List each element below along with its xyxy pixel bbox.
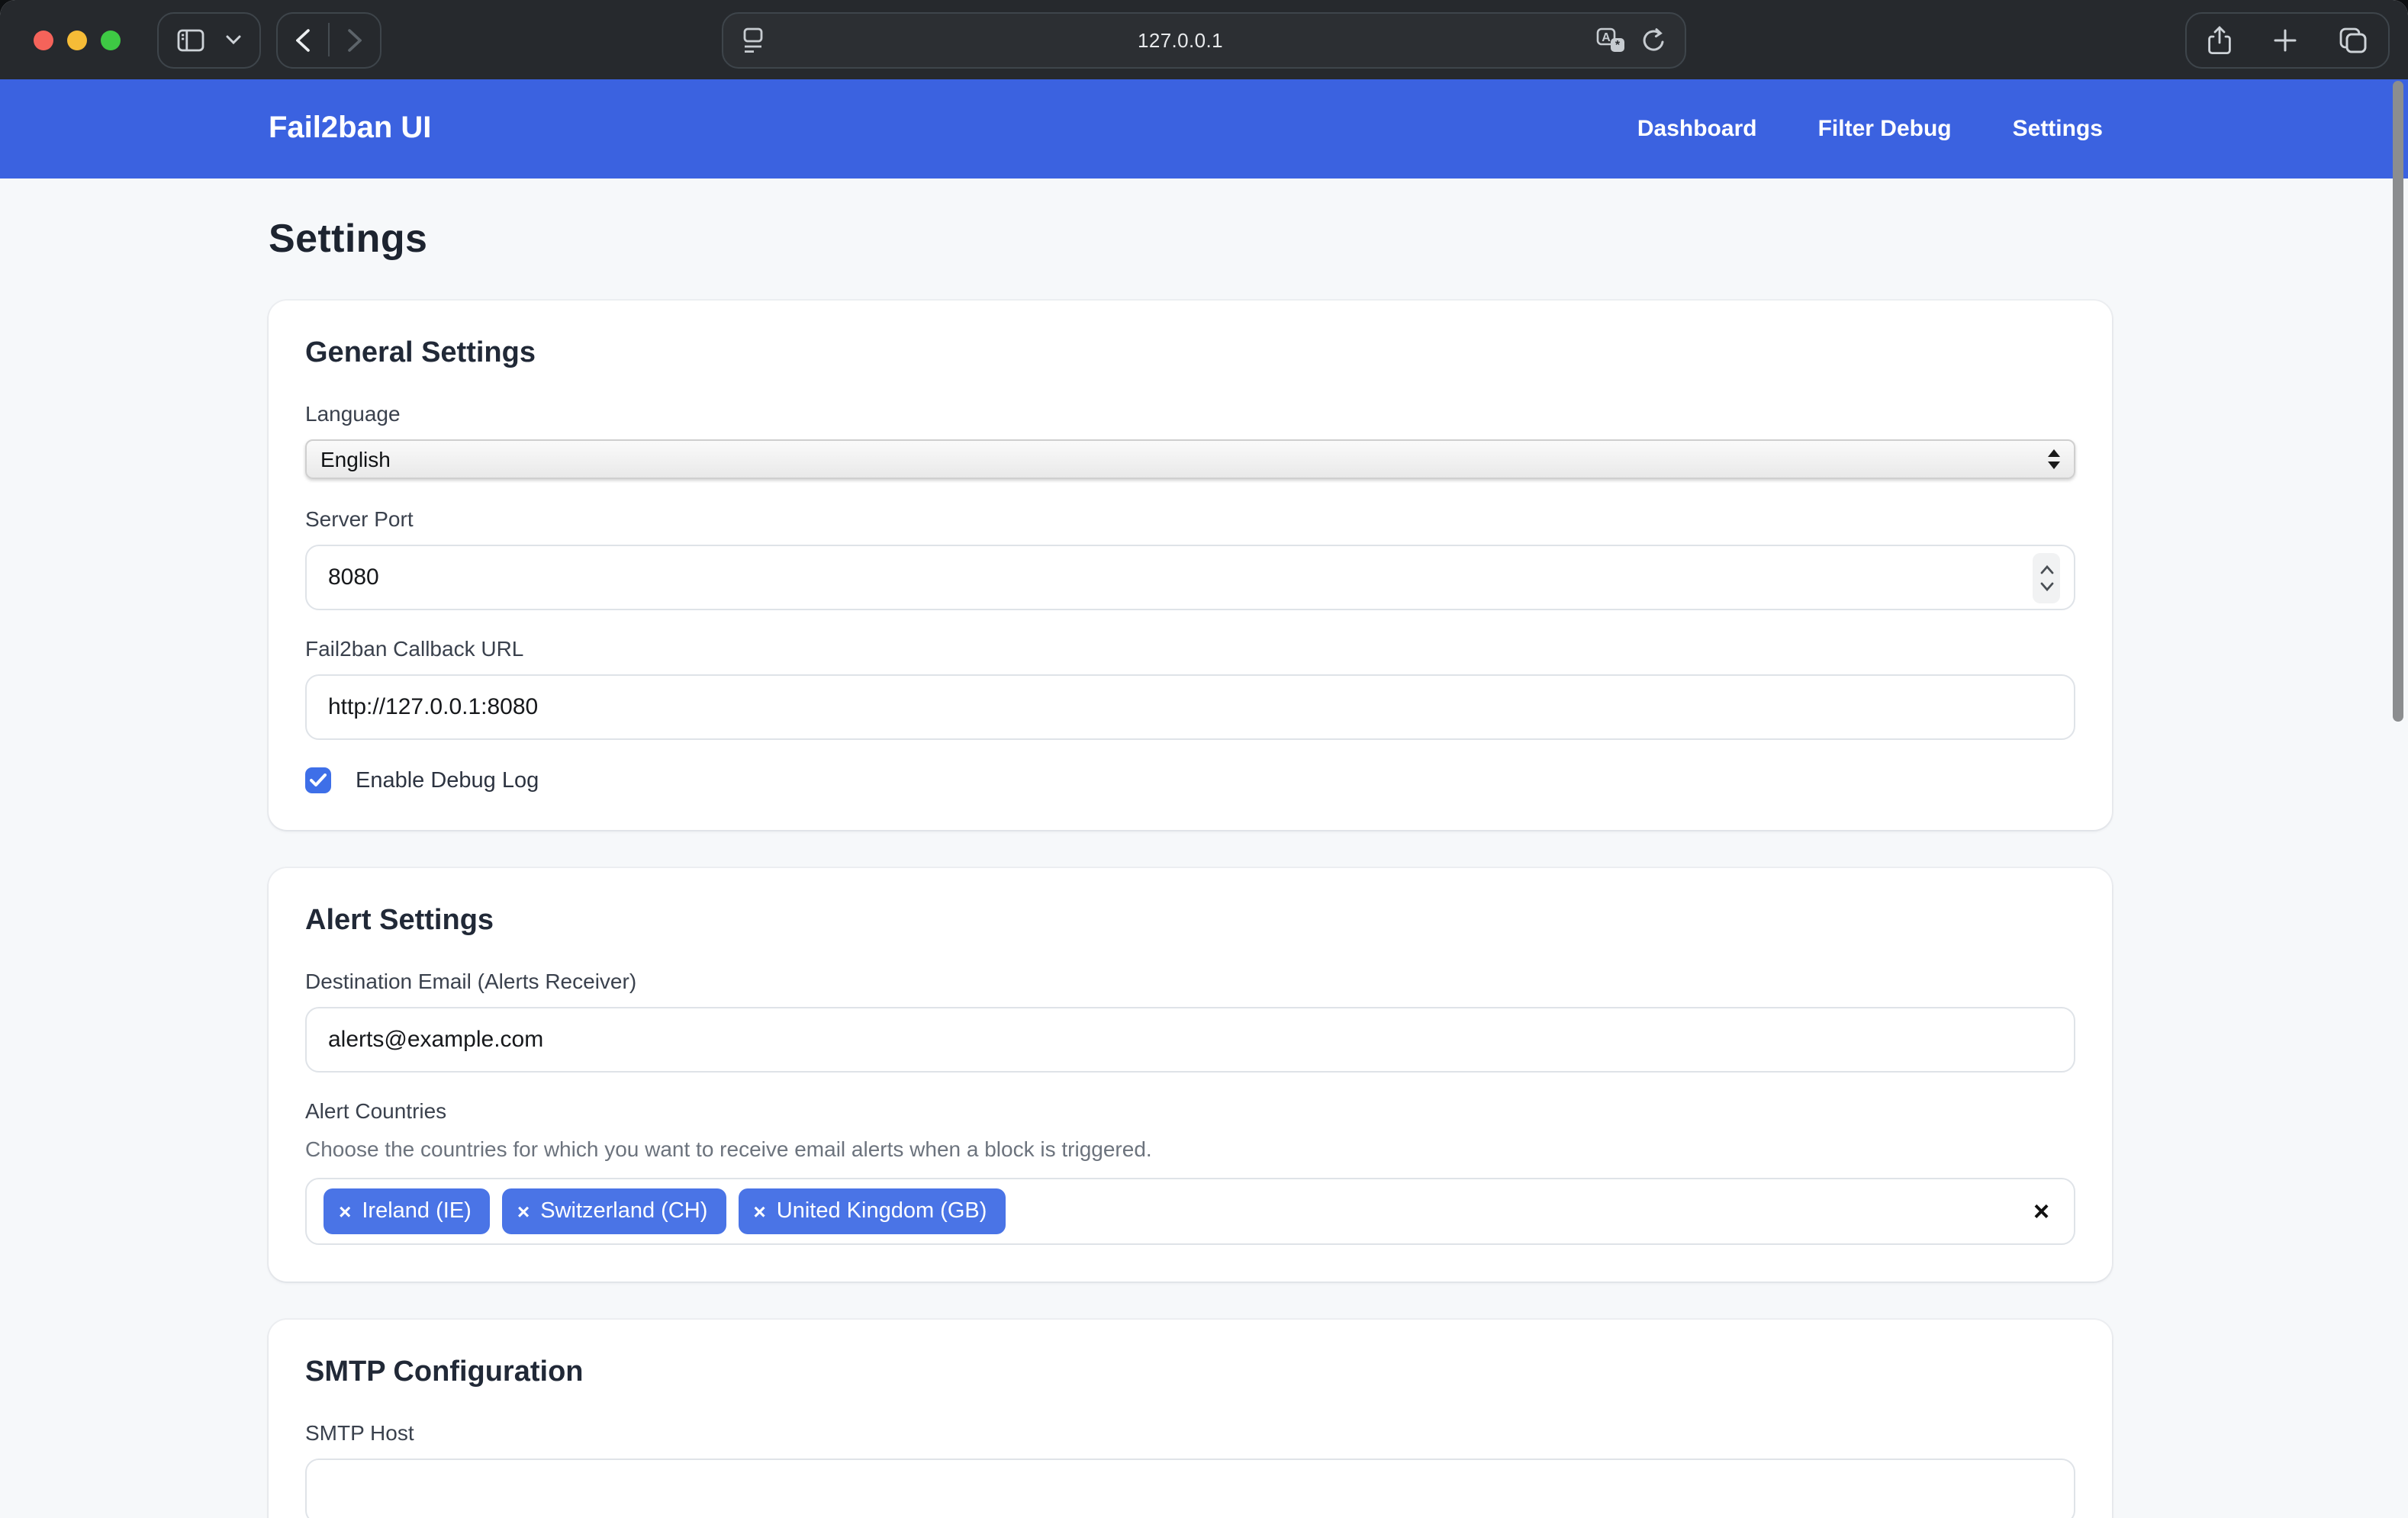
select-arrows-icon xyxy=(2048,449,2060,469)
plus-icon xyxy=(2274,29,2297,52)
destination-email-row xyxy=(305,1007,2075,1073)
language-label: Language xyxy=(305,401,2075,426)
smtp-configuration-title: SMTP Configuration xyxy=(305,1356,2075,1390)
reload-icon[interactable] xyxy=(1642,27,1666,53)
nav-link-dashboard[interactable]: Dashboard xyxy=(1637,116,1757,142)
scaled-viewport: 127.0.0.1 A * xyxy=(0,0,2408,1518)
translate-icon[interactable]: A * xyxy=(1596,27,1627,53)
sidebar-toggle-group xyxy=(157,11,261,68)
callback-url-label: Fail2ban Callback URL xyxy=(305,636,2075,661)
page-content: Settings General Settings Language Engli… xyxy=(0,178,2408,1518)
chip-label: United Kingdom (GB) xyxy=(777,1199,987,1224)
toolbar-right-group xyxy=(2185,12,2390,69)
debug-log-row: Enable Debug Log xyxy=(305,767,2075,793)
browser-titlebar: 127.0.0.1 A * xyxy=(0,0,2408,79)
callback-url-row xyxy=(305,674,2075,740)
page-settings-button[interactable] xyxy=(742,27,765,53)
page-scrollbar[interactable] xyxy=(2393,81,2403,722)
brand-title[interactable]: Fail2ban UI xyxy=(269,111,431,146)
nav-links: Dashboard Filter Debug Settings xyxy=(1637,116,2103,142)
url-text[interactable]: 127.0.0.1 xyxy=(765,29,1596,52)
general-settings-title: General Settings xyxy=(305,337,2075,371)
window-controls xyxy=(34,30,121,50)
language-selected-value: English xyxy=(320,447,391,471)
forward-button xyxy=(330,13,380,66)
alert-countries-help: Choose the countries for which you want … xyxy=(305,1137,2075,1161)
page-settings-icon xyxy=(742,27,765,53)
address-bar-actions: A * xyxy=(1596,27,1666,53)
remove-tag-icon[interactable]: × xyxy=(753,1199,765,1224)
tabs-icon xyxy=(2339,27,2367,53)
share-button[interactable] xyxy=(2187,14,2252,67)
alert-settings-card: Alert Settings Destination Email (Alerts… xyxy=(269,868,2112,1282)
history-nav-group xyxy=(276,11,381,68)
new-tab-button[interactable] xyxy=(2252,14,2318,67)
debug-log-label[interactable]: Enable Debug Log xyxy=(356,768,539,793)
alert-settings-title: Alert Settings xyxy=(305,905,2075,938)
stepper-down-icon xyxy=(2039,581,2053,590)
chevron-left-icon xyxy=(296,28,310,51)
back-button[interactable] xyxy=(278,13,328,66)
smtp-configuration-card: SMTP Configuration SMTP Host xyxy=(269,1320,2112,1518)
smtp-host-input[interactable] xyxy=(305,1459,2075,1518)
page-title: Settings xyxy=(269,215,2408,262)
remove-tag-icon[interactable]: × xyxy=(339,1199,351,1224)
nav-link-filter-debug[interactable]: Filter Debug xyxy=(1818,116,1952,142)
app-navbar: Fail2ban UI Dashboard Filter Debug Setti… xyxy=(0,79,2408,178)
general-settings-card: General Settings Language English Server… xyxy=(269,301,2112,830)
callback-url-input[interactable] xyxy=(305,674,2075,740)
smtp-host-label: SMTP Host xyxy=(305,1420,2075,1445)
alert-countries-input[interactable]: × Ireland (IE) × Switzerland (CH) × Unit… xyxy=(305,1178,2075,1245)
smtp-host-row xyxy=(305,1459,2075,1518)
language-select[interactable]: English xyxy=(305,439,2075,479)
chip-label: Ireland (IE) xyxy=(362,1199,471,1224)
sidebar-menu-button[interactable] xyxy=(223,13,259,66)
svg-text:*: * xyxy=(1615,39,1621,52)
destination-email-input[interactable] xyxy=(305,1007,2075,1073)
svg-text:A: A xyxy=(1602,31,1611,44)
remove-tag-icon[interactable]: × xyxy=(517,1199,530,1224)
server-port-input[interactable] xyxy=(305,545,2075,610)
server-port-label: Server Port xyxy=(305,507,2075,531)
number-stepper[interactable] xyxy=(2033,552,2060,603)
chevron-right-icon xyxy=(348,28,362,51)
alert-countries-label: Alert Countries xyxy=(305,1098,2075,1123)
stepper-up-icon xyxy=(2039,564,2053,574)
clear-all-tags-icon[interactable]: × xyxy=(2033,1198,2049,1225)
sidebar-toggle-button[interactable] xyxy=(159,13,223,66)
zoom-window-button[interactable] xyxy=(101,30,121,50)
share-icon xyxy=(2208,26,2231,55)
country-chip-switzerland[interactable]: × Switzerland (CH) xyxy=(502,1188,726,1234)
destination-email-label: Destination Email (Alerts Receiver) xyxy=(305,969,2075,993)
chevron-down-icon xyxy=(226,35,241,44)
nav-link-settings[interactable]: Settings xyxy=(2013,116,2103,142)
close-window-button[interactable] xyxy=(34,30,53,50)
tab-overview-button[interactable] xyxy=(2318,14,2388,67)
address-bar[interactable]: 127.0.0.1 A * xyxy=(722,12,1686,69)
safari-window: 127.0.0.1 A * xyxy=(0,0,2408,1518)
server-port-row xyxy=(305,545,2075,610)
checkmark-icon xyxy=(310,773,327,787)
country-chip-united-kingdom[interactable]: × United Kingdom (GB) xyxy=(738,1188,1005,1234)
debug-log-checkbox[interactable] xyxy=(305,767,331,793)
sidebar-icon xyxy=(177,28,204,51)
minimize-window-button[interactable] xyxy=(67,30,87,50)
chip-label: Switzerland (CH) xyxy=(540,1199,707,1224)
country-chip-ireland[interactable]: × Ireland (IE) xyxy=(324,1188,490,1234)
